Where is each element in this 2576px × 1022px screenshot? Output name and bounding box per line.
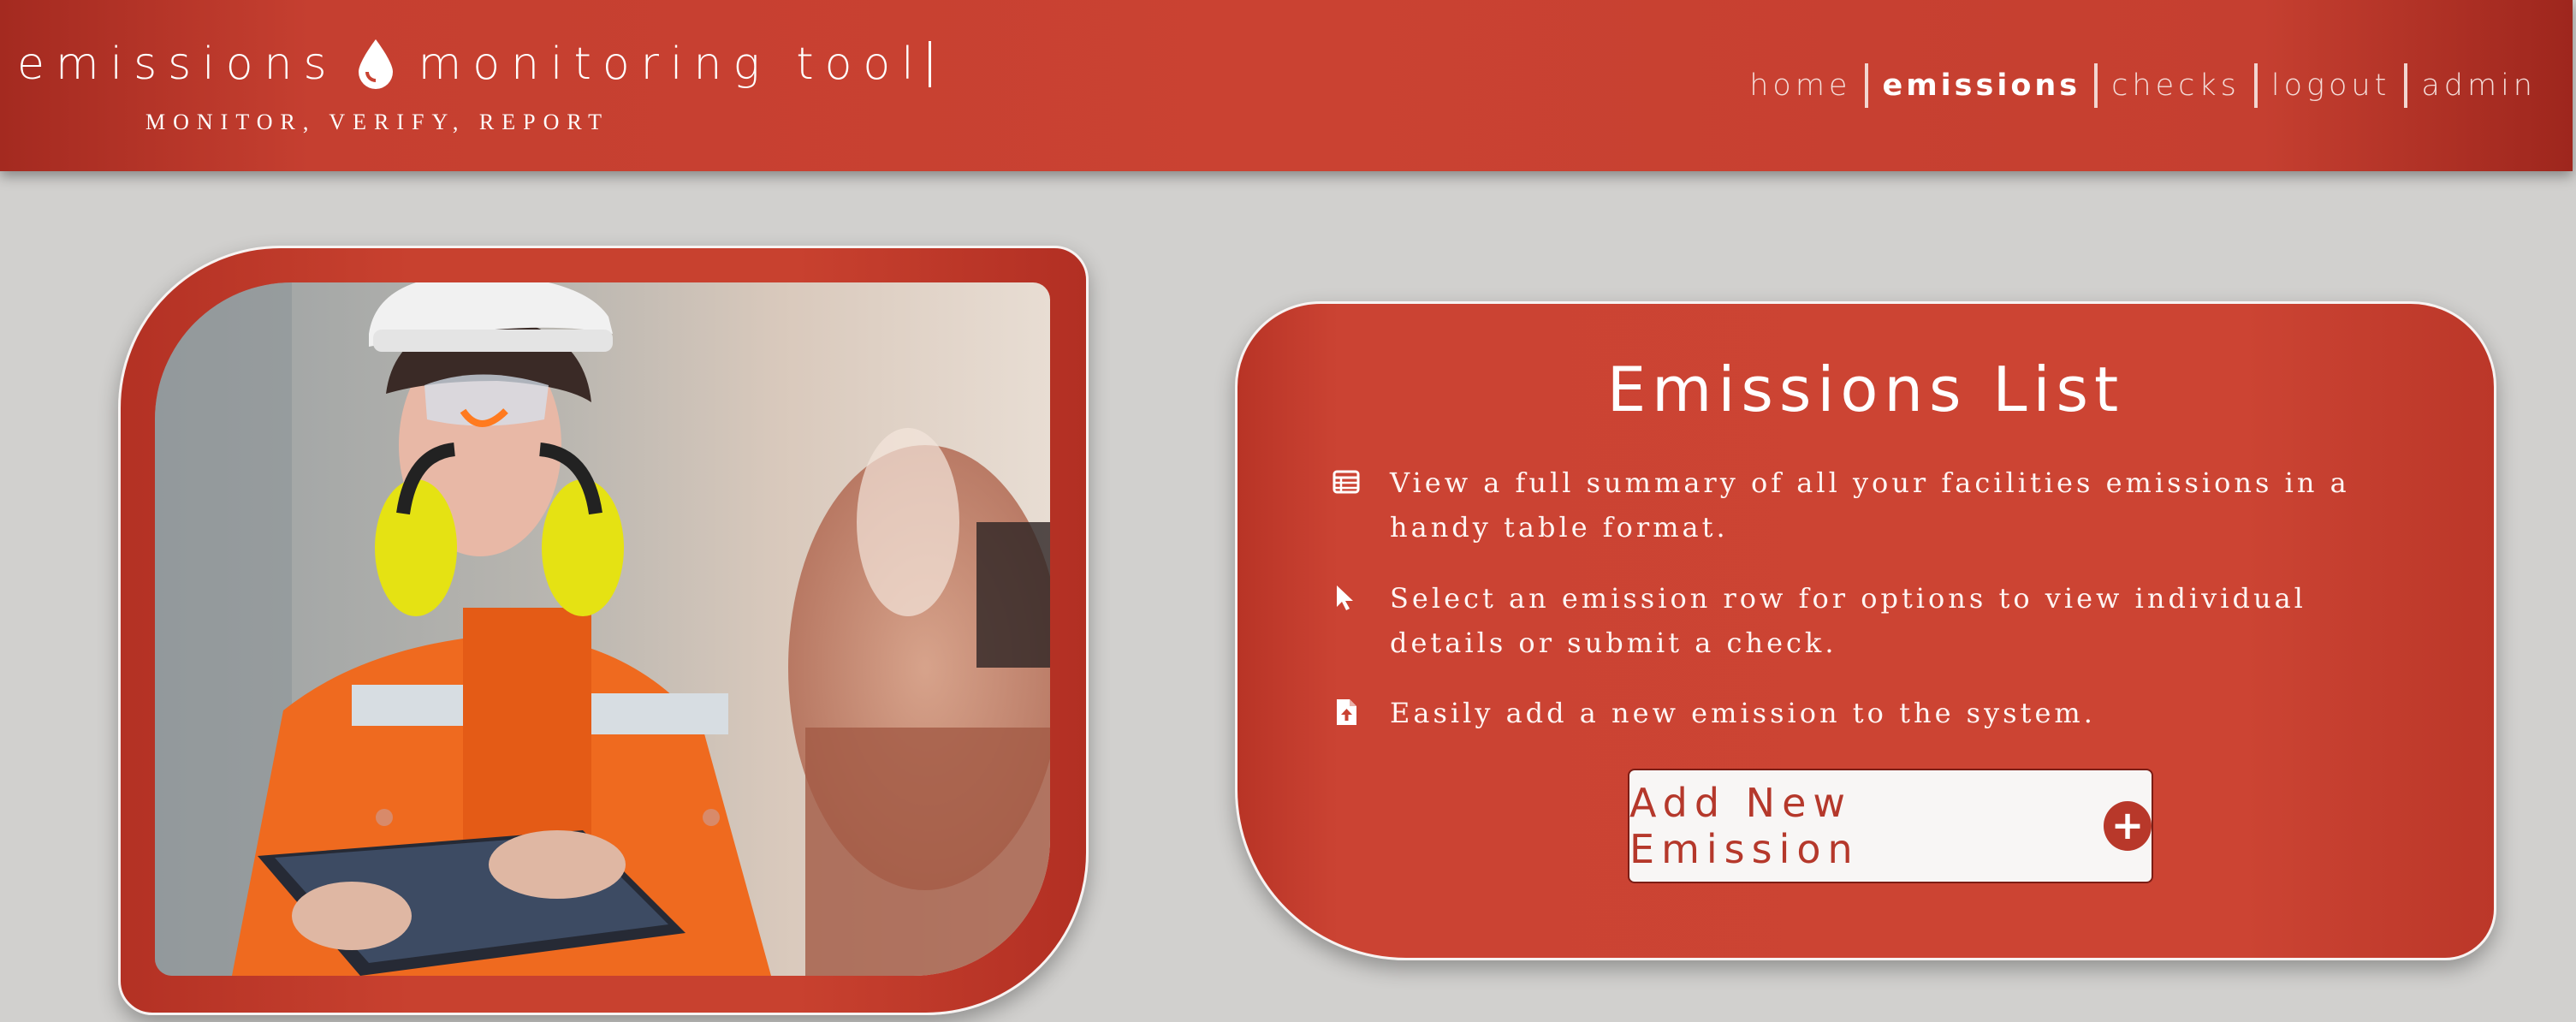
- panel-title: Emissions List: [1606, 354, 2125, 425]
- plus-circle-icon: +: [2104, 801, 2152, 851]
- feature-text: View a full summary of all your faciliti…: [1390, 466, 2350, 544]
- hero-photo-card: [118, 246, 1089, 1015]
- add-new-emission-button[interactable]: Add New Emission +: [1628, 769, 2153, 883]
- nav-admin[interactable]: admin: [2407, 68, 2550, 103]
- feature-text: Easily add a new emission to the system.: [1390, 697, 2096, 729]
- title-caret: [928, 41, 931, 87]
- feature-item-select-row: Select an emission row for options to vi…: [1332, 576, 2427, 665]
- nav-home[interactable]: home: [1736, 68, 1865, 103]
- nav-logout[interactable]: logout: [2258, 68, 2404, 103]
- feature-item-add-emission: Easily add a new emission to the system.: [1332, 691, 2427, 735]
- app-title-part1: emissions: [17, 39, 338, 90]
- nav-emissions[interactable]: emissions: [1868, 68, 2094, 103]
- app-tagline: MONITOR, VERIFY, REPORT: [145, 110, 610, 134]
- engineer-photo: [155, 282, 1050, 976]
- drop-icon: [358, 39, 393, 89]
- engineer-with-tablet-photo: [155, 282, 1050, 976]
- feature-text: Select an emission row for options to vi…: [1390, 582, 2306, 659]
- app-title-part2: monitoring tool: [418, 39, 925, 90]
- nav-checks[interactable]: checks: [2098, 68, 2254, 103]
- top-header: emissions monitoring tool MONITOR, VERIF…: [0, 0, 2573, 171]
- emissions-info-panel: Emissions List View a full summary of al…: [1235, 301, 2496, 960]
- cursor-icon: [1337, 585, 1353, 610]
- add-button-label: Add New Emission: [1629, 780, 1860, 872]
- table-icon: [1333, 470, 1360, 494]
- app-title: emissions monitoring tool: [17, 38, 931, 91]
- file-upload-icon: [1337, 699, 1356, 725]
- brand[interactable]: emissions monitoring tool MONITOR, VERIF…: [17, 38, 931, 135]
- main-nav: home emissions checks logout admin: [1736, 63, 2550, 108]
- feature-item-table-summary: View a full summary of all your faciliti…: [1332, 460, 2427, 550]
